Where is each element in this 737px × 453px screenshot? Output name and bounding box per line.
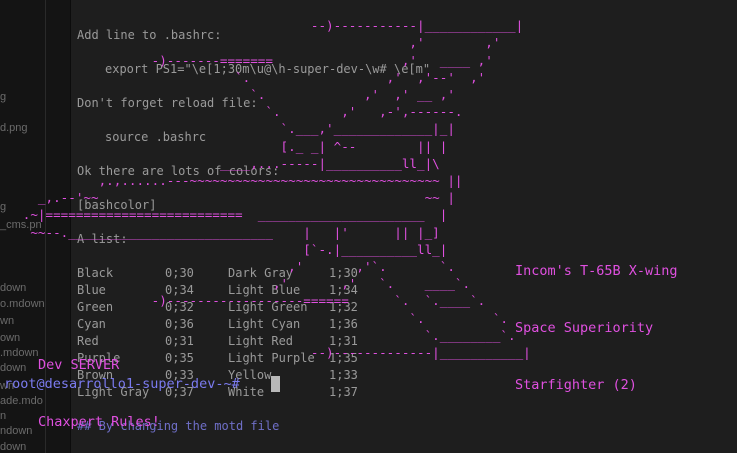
terminal-cursor[interactable] (271, 376, 280, 392)
table-cell: 1;37 (329, 385, 358, 399)
ship-caption: Incom's T-65B X-wing Space Superiority S… (515, 224, 678, 414)
server-caption-line: Chaxpert Rules! (38, 414, 160, 430)
xwing-ascii-art: --)-----------|____________| ,' ,' -)---… (22, 18, 531, 361)
terminal-prompt[interactable]: root@desarrollo1-super-dev-~# (4, 376, 248, 392)
sidebar-file-item[interactable]: down (0, 362, 26, 374)
ship-caption-line: Starfighter (2) (515, 377, 637, 393)
server-caption-line: Dev SERVER (38, 357, 120, 373)
ship-caption-line: Incom's T-65B X-wing (515, 263, 678, 279)
sidebar-file-item[interactable]: ndown (0, 425, 32, 437)
ship-caption-line: Space Superiority (515, 320, 654, 336)
sidebar-file-item[interactable]: down (0, 441, 26, 453)
table-cell: 1;33 (329, 368, 358, 382)
sidebar-file-item[interactable]: n (0, 410, 6, 422)
sidebar-file-item[interactable]: ade.mdo (0, 395, 43, 407)
